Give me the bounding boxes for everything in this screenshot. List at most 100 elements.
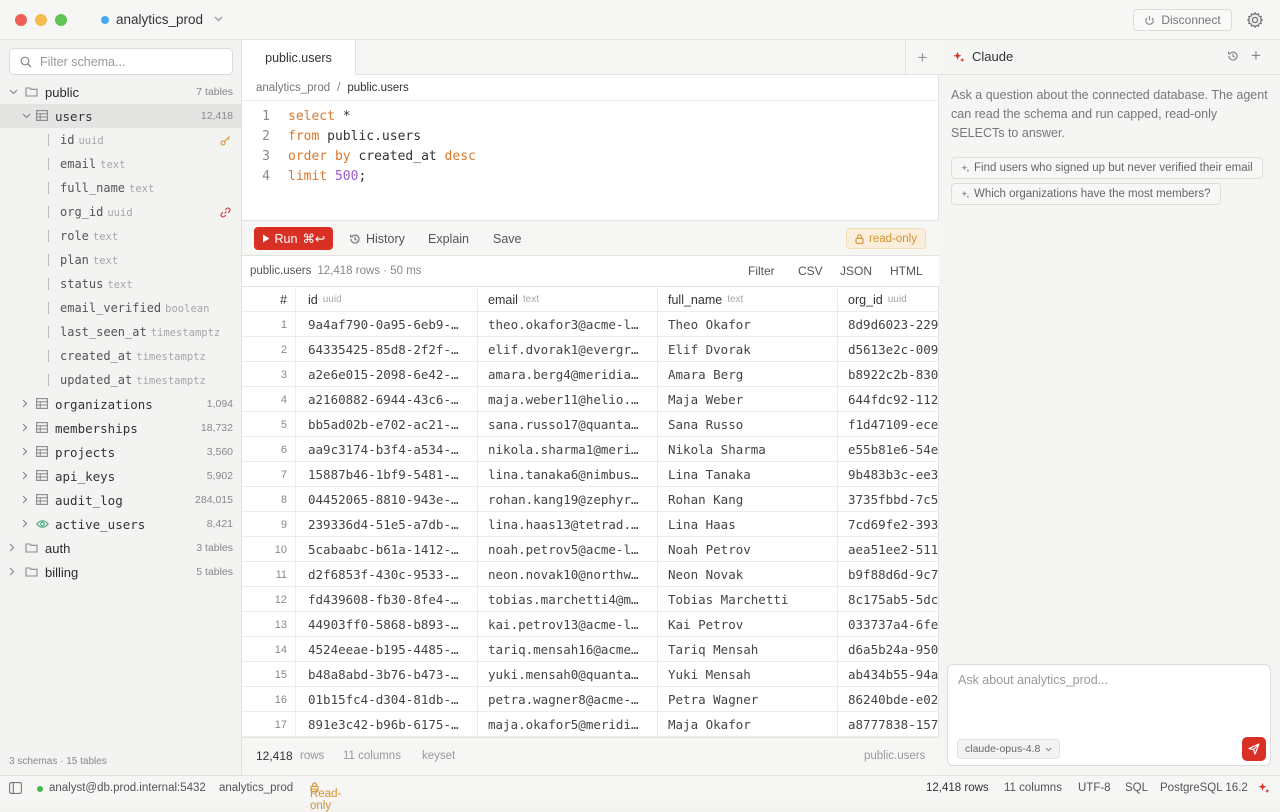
table-cell[interactable]: d5613e2c-009 <box>838 337 939 362</box>
column-item[interactable]: created_at timestamptz <box>0 344 241 368</box>
table-cell[interactable]: ab434b55-94a <box>838 662 939 687</box>
table-cell[interactable]: a2e6e015-2098-6e42-… <box>296 362 478 387</box>
table-cell[interactable]: tobias.marchetti4@m… <box>478 587 658 612</box>
model-selector[interactable]: claude-opus-4.8 <box>957 739 1061 759</box>
zoom-window-button[interactable] <box>55 14 67 26</box>
assistant-sparkle-icon[interactable] <box>1258 782 1270 797</box>
chevron-down-icon[interactable] <box>22 111 31 121</box>
table-row[interactable]: 1 9a4af790-0a95-6eb9-… theo.okafor3@acme-l… <box>242 312 939 337</box>
table-cell[interactable]: 891e3c42-b96b-6175-… <box>296 712 478 737</box>
column-item[interactable]: last_seen_at timestamptz <box>0 320 241 344</box>
table-row[interactable]: 9 239336d4-51e5-a7db-… lina.haas13@tetrad.… <box>242 512 939 537</box>
column-item[interactable]: email text <box>0 152 241 176</box>
table-row[interactable]: 4 a2160882-6944-43c6-… maja.weber11@helio.… <box>242 387 939 412</box>
table-cell[interactable]: Noah Petrov <box>658 537 838 562</box>
table-item[interactable]: memberships 18,732 <box>0 416 241 440</box>
table-cell[interactable]: Lina Haas <box>658 512 838 537</box>
table-cell[interactable]: noah.petrov5@acme-l… <box>478 537 658 562</box>
table-row[interactable]: 13 44903ff0-5868-b893-… kai.petrov13@acme-… <box>242 612 939 637</box>
table-row[interactable]: 3 a2e6e015-2098-6e42-… amara.berg4@meridia… <box>242 362 939 387</box>
table-cell[interactable]: 3735fbbd-7c5 <box>838 487 939 512</box>
table-item[interactable]: audit_log 284,015 <box>0 488 241 512</box>
table-cell[interactable]: petra.wagner8@acme-… <box>478 687 658 712</box>
table-cell[interactable]: 44903ff0-5868-b893-… <box>296 612 478 637</box>
table-cell[interactable]: d6a5b24a-950 <box>838 637 939 662</box>
schema-auth[interactable]: auth 3 tables <box>0 536 241 560</box>
table-cell[interactable]: Theo Okafor <box>658 312 838 337</box>
table-cell[interactable]: maja.okafor5@meridi… <box>478 712 658 737</box>
tab-public-users[interactable]: public.users <box>242 40 356 75</box>
new-conversation-button[interactable]: + <box>1251 46 1261 66</box>
table-cell[interactable]: f1d47109-ece <box>838 412 939 437</box>
toggle-sidebar-icon[interactable] <box>9 782 22 797</box>
schema-billing[interactable]: billing 5 tables <box>0 560 241 584</box>
chevron-right-icon[interactable] <box>22 399 28 410</box>
table-cell[interactable]: Petra Wagner <box>658 687 838 712</box>
table-cell[interactable]: lina.haas13@tetrad.… <box>478 512 658 537</box>
table-row[interactable]: 14 4524eeae-b195-4485-… tariq.mensah16@acm… <box>242 637 939 662</box>
table-cell[interactable]: Rohan Kang <box>658 487 838 512</box>
table-row[interactable]: 7 15887b46-1bf9-5481-… lina.tanaka6@nimbus… <box>242 462 939 487</box>
column-item[interactable]: email_verified boolean <box>0 296 241 320</box>
table-cell[interactable]: Maja Weber <box>658 387 838 412</box>
column-item[interactable]: plan text <box>0 248 241 272</box>
table-cell[interactable]: e55b81e6-54e <box>838 437 939 462</box>
explain-button[interactable]: Explain <box>428 227 469 250</box>
table-cell[interactable]: Yuki Mensah <box>658 662 838 687</box>
table-cell[interactable]: 4524eeae-b195-4485-… <box>296 637 478 662</box>
column-item[interactable]: id uuid <box>0 128 241 152</box>
table-cell[interactable]: lina.tanaka6@nimbus… <box>478 462 658 487</box>
table-cell[interactable]: Tariq Mensah <box>658 637 838 662</box>
suggestion-chip[interactable]: Find users who signed up but never verif… <box>951 157 1263 179</box>
table-cell[interactable]: 86240bde-e02 <box>838 687 939 712</box>
table-cell[interactable]: aa9c3174-b3f4-a534-… <box>296 437 478 462</box>
table-cell[interactable]: Sana Russo <box>658 412 838 437</box>
table-cell[interactable]: tariq.mensah16@acme… <box>478 637 658 662</box>
close-window-button[interactable] <box>15 14 27 26</box>
table-row[interactable]: 15 b48a8abd-3b76-b473-… yuki.mensah0@quant… <box>242 662 939 687</box>
column-item[interactable]: org_id uuid <box>0 200 241 224</box>
table-cell[interactable]: maja.weber11@helio.… <box>478 387 658 412</box>
table-item[interactable]: api_keys 5,902 <box>0 464 241 488</box>
table-cell[interactable]: 64335425-85d8-2f2f-… <box>296 337 478 362</box>
send-button[interactable] <box>1242 737 1266 761</box>
table-row[interactable]: 17 891e3c42-b96b-6175-… maja.okafor5@merid… <box>242 712 939 737</box>
conversation-history-icon[interactable] <box>1227 50 1239 65</box>
schema-filter-input[interactable] <box>40 54 220 69</box>
table-cell[interactable]: Tobias Marchetti <box>658 587 838 612</box>
table-cell[interactable]: 8c175ab5-5dc <box>838 587 939 612</box>
chevron-right-icon[interactable] <box>22 495 28 506</box>
minimize-window-button[interactable] <box>35 14 47 26</box>
column-header[interactable]: id uuid <box>296 287 478 312</box>
new-tab-button[interactable]: + <box>905 40 939 75</box>
table-cell[interactable]: Lina Tanaka <box>658 462 838 487</box>
table-cell[interactable]: neon.novak10@northw… <box>478 562 658 587</box>
assistant-input[interactable] <box>958 673 1258 713</box>
table-users[interactable]: users 12,418 <box>0 104 241 128</box>
schema-filter[interactable] <box>9 48 233 75</box>
table-cell[interactable]: 8d9d6023-229 <box>838 312 939 337</box>
column-item[interactable]: updated_at timestamptz <box>0 368 241 392</box>
table-item[interactable]: organizations 1,094 <box>0 392 241 416</box>
export-html-button[interactable]: HTML <box>890 264 923 278</box>
chevron-down-icon[interactable] <box>9 87 18 97</box>
table-row[interactable]: 12 fd439608-fb30-8fe4-… tobias.marchetti4@… <box>242 587 939 612</box>
table-cell[interactable]: 033737a4-6fe <box>838 612 939 637</box>
column-header[interactable]: full_name text <box>658 287 838 312</box>
column-header[interactable]: email text <box>478 287 658 312</box>
save-button[interactable]: Save <box>493 227 522 250</box>
chevron-right-icon[interactable] <box>22 471 28 482</box>
table-cell[interactable]: 15887b46-1bf9-5481-… <box>296 462 478 487</box>
table-cell[interactable]: 5cabaabc-b61a-1412-… <box>296 537 478 562</box>
chevron-right-icon[interactable] <box>22 447 28 458</box>
table-row[interactable]: 16 01b15fc4-d304-81db-… petra.wagner8@acme… <box>242 687 939 712</box>
chevron-right-icon[interactable] <box>9 543 15 554</box>
schema-public[interactable]: public 7 tables <box>0 80 241 104</box>
table-cell[interactable]: bb5ad02b-e702-ac21-… <box>296 412 478 437</box>
column-item[interactable]: role text <box>0 224 241 248</box>
table-cell[interactable]: 239336d4-51e5-a7db-… <box>296 512 478 537</box>
filter-button[interactable]: Filter <box>748 264 775 278</box>
table-cell[interactable]: Kai Petrov <box>658 612 838 637</box>
table-cell[interactable]: sana.russo17@quanta… <box>478 412 658 437</box>
table-cell[interactable]: kai.petrov13@acme-l… <box>478 612 658 637</box>
